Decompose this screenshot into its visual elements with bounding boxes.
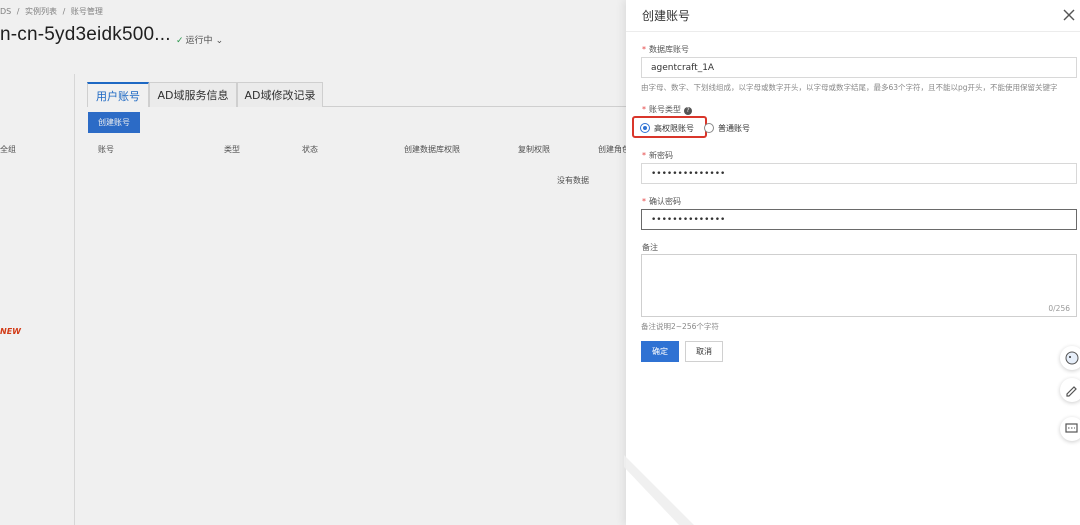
confirm-password-label: * 确认密码: [642, 196, 681, 207]
required-mark: *: [642, 45, 646, 54]
required-mark: *: [642, 105, 646, 114]
confirm-password-label-text: 确认密码: [649, 197, 681, 206]
radio-checked-icon: [640, 123, 650, 133]
drawer-title: 创建账号: [642, 9, 691, 23]
confirm-password-input[interactable]: [641, 209, 1077, 230]
remark-label: 备注: [642, 243, 658, 252]
edit-icon[interactable]: [1060, 378, 1080, 402]
help-icon[interactable]: ?: [684, 107, 692, 115]
new-password-input[interactable]: [641, 163, 1077, 184]
create-account-drawer: 创建账号 *数据库账号 由字母、数字、下划线组成，以字母或数字开头，以字母或数字…: [626, 0, 1080, 525]
support-assistant-icon[interactable]: [1060, 346, 1080, 370]
radio-label: 普通账号: [718, 124, 750, 133]
account-name-help: 由字母、数字、下划线组成，以字母或数字开头，以字母或数字结尾，最多63个字符，且…: [641, 83, 1058, 92]
corner-decoration-icon: [624, 455, 694, 525]
remark-textarea[interactable]: 0/256: [641, 254, 1077, 317]
required-mark: *: [642, 197, 646, 206]
required-mark: *: [642, 151, 646, 160]
remark-char-counter: 0/256: [1048, 304, 1070, 313]
account-name-label-text: 数据库账号: [649, 45, 689, 54]
feedback-icon[interactable]: [1060, 417, 1080, 441]
confirm-button[interactable]: 确定: [641, 341, 679, 362]
account-name-label: * 数据库账号: [642, 44, 689, 55]
radio-normal-account[interactable]: 普通账号: [704, 123, 750, 134]
cancel-button[interactable]: 取消: [685, 341, 723, 362]
radio-unchecked-icon: [704, 123, 714, 133]
account-type-label-text: 账号类型: [649, 105, 681, 114]
new-password-label-text: 新密码: [649, 151, 673, 160]
radio-label: 高权限账号: [654, 124, 694, 133]
drawer-header: 创建账号: [626, 0, 1080, 32]
radio-high-privilege-account[interactable]: 高权限账号: [640, 123, 694, 134]
close-icon[interactable]: [1062, 8, 1076, 22]
new-password-label: * 新密码: [642, 150, 673, 161]
account-type-label: * 账号类型?: [642, 104, 692, 115]
remark-help: 备注说明2~256个字符: [641, 322, 719, 331]
account-name-input[interactable]: [641, 57, 1077, 78]
